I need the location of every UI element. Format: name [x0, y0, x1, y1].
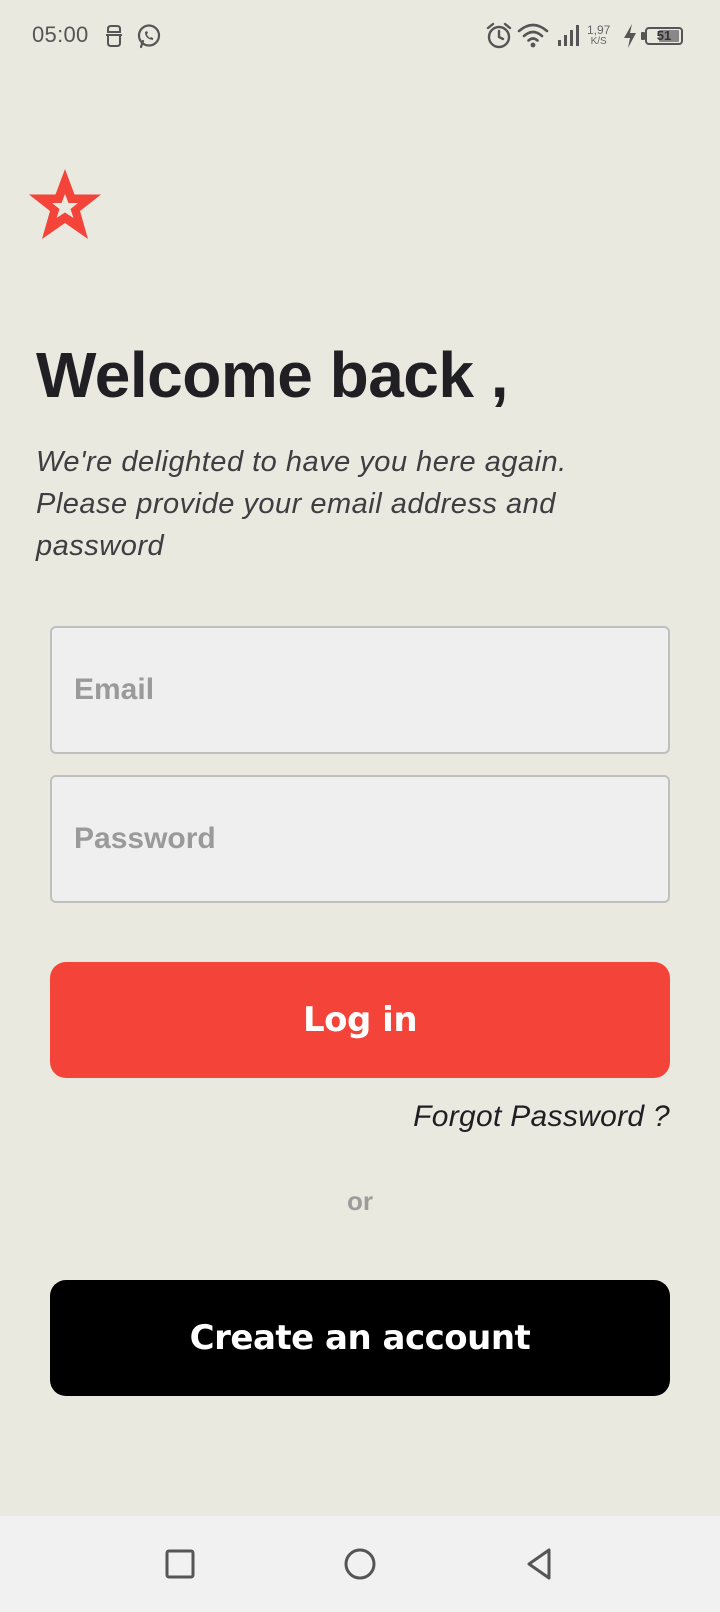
recent-apps-button[interactable]: [156, 1540, 204, 1588]
page-subtitle: We're delighted to have you here again. …: [36, 446, 567, 562]
back-button[interactable]: [516, 1540, 564, 1588]
email-field[interactable]: [50, 626, 670, 754]
signal-icon: [558, 25, 579, 46]
wifi-icon: [517, 23, 549, 48]
charging-icon: [624, 24, 636, 48]
whatsapp-icon: [137, 24, 161, 49]
status-bar: 05:00 1,97 K/S 51: [0, 0, 720, 72]
star-icon: [29, 169, 101, 239]
battery-icon: 51: [645, 27, 683, 45]
alarm-icon: [486, 22, 512, 49]
notification-icon: [106, 25, 122, 47]
home-button[interactable]: [336, 1540, 384, 1588]
login-button[interactable]: Log in: [50, 962, 670, 1078]
system-nav-bar: [0, 1516, 720, 1612]
password-field[interactable]: [50, 775, 670, 903]
back-icon: [527, 1548, 551, 1580]
forgot-password-link[interactable]: Forgot Password ?: [413, 1100, 670, 1134]
status-time: 05:00: [32, 22, 89, 47]
page-title: Welcome back ,: [36, 339, 509, 411]
battery-level: 51: [656, 28, 672, 43]
create-account-button[interactable]: Create an account: [50, 1280, 670, 1396]
recent-apps-icon: [165, 1549, 195, 1579]
or-divider-label: or: [347, 1186, 373, 1216]
home-icon: [344, 1548, 376, 1580]
net-speed-value: 1,97: [587, 23, 611, 37]
net-speed: 1,97 K/S: [587, 24, 610, 48]
net-speed-unit: K/S: [590, 36, 607, 47]
